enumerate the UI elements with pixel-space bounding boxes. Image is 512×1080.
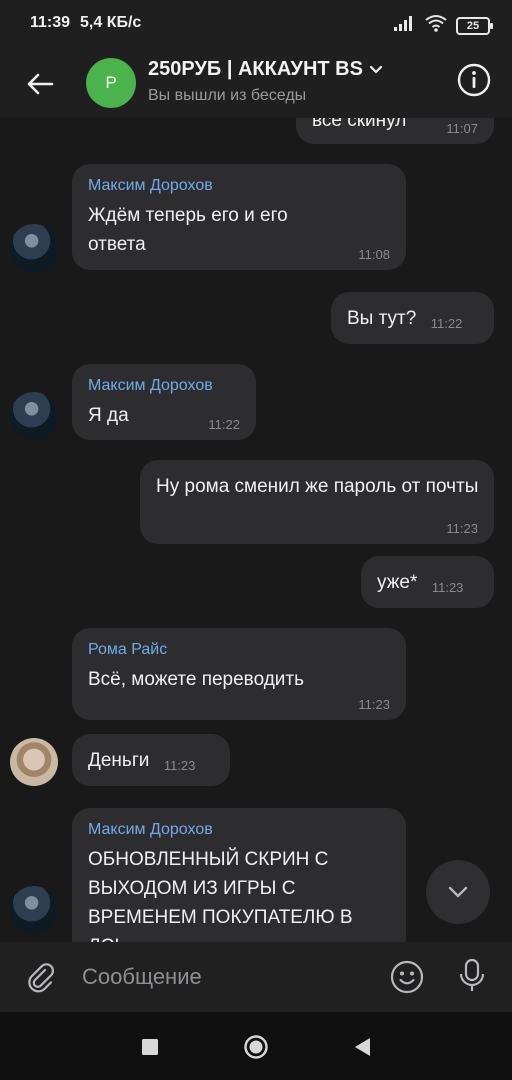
message-time: 11:23 (446, 521, 478, 536)
sender-name[interactable]: Максим Дорохов (88, 820, 390, 840)
emoji-button[interactable] (388, 958, 426, 996)
message-text: Вы тут? (347, 308, 417, 329)
message-text: Всё, можете переводить (88, 669, 305, 690)
chat-avatar[interactable]: Р (86, 58, 136, 108)
recents-button[interactable] (135, 1032, 165, 1062)
sender-name[interactable]: Рома Райс (88, 640, 390, 660)
message-text: Деньги (88, 750, 150, 771)
status-bar: 11:39 5,4 КБ/с 25 (0, 0, 512, 50)
smile-icon (390, 960, 424, 994)
outgoing-message[interactable]: Ну рома сменил же пароль от почты 11:23 (140, 460, 494, 544)
scroll-down-button[interactable] (426, 860, 490, 924)
message-text: Ну рома сменил же пароль от почты (156, 476, 479, 497)
outgoing-message[interactable]: уже* 11:23 (361, 556, 494, 608)
message-composer (0, 942, 512, 1012)
avatar[interactable] (10, 886, 58, 934)
back-nav-button[interactable] (347, 1032, 377, 1062)
back-button[interactable] (20, 64, 60, 104)
chat-header: Р 250РУБ | АККАУНТ BS Вы вышли из беседы (0, 50, 512, 118)
chevron-down-icon[interactable] (369, 65, 383, 75)
message-time: 11:22 (208, 417, 240, 432)
triangle-left-icon (355, 1038, 370, 1056)
arrow-left-icon (27, 73, 54, 95)
message-time: 11:22 (430, 316, 463, 331)
message-time: 11:07 (446, 121, 478, 136)
square-icon (142, 1039, 158, 1055)
message-time: 11:23 (431, 580, 464, 595)
system-navigation-bar (0, 1012, 512, 1080)
status-time: 11:39 (30, 14, 71, 31)
info-icon (457, 63, 491, 97)
avatar[interactable] (10, 392, 58, 440)
wifi-icon (424, 14, 448, 37)
message-list[interactable]: все скинул 11:07 Максим Дорохов Ждём теп… (0, 118, 512, 942)
message-text: ОБНОВЛЕННЫЙ СКРИН С ВЫХОДОМ ИЗ ИГРЫ С ВР… (88, 849, 353, 942)
signal-icon (394, 15, 416, 36)
chevron-down-icon (448, 886, 468, 898)
chat-title-row[interactable]: 250РУБ | АККАУНТ BS (148, 58, 383, 81)
status-icons: 25 (394, 14, 493, 37)
microphone-icon (459, 958, 485, 991)
circle-icon (244, 1035, 268, 1059)
microphone-button[interactable] (452, 956, 492, 996)
message-time: 11:23 (358, 697, 390, 712)
incoming-message[interactable]: Максим Дорохов Я да 11:22 (72, 364, 256, 440)
chat-subtitle: Вы вышли из беседы (148, 87, 307, 104)
outgoing-message[interactable]: все скинул 11:07 (296, 118, 494, 144)
battery-icon: 25 (456, 16, 493, 35)
sender-name[interactable]: Максим Дорохов (88, 176, 390, 196)
attach-button[interactable] (22, 958, 60, 996)
chat-title[interactable]: 250РУБ | АККАУНТ BS (148, 58, 363, 81)
home-button[interactable] (241, 1032, 271, 1062)
avatar[interactable] (10, 738, 58, 786)
message-time: 11:08 (358, 247, 390, 262)
network-speed: 5,4 КБ/с (80, 14, 142, 31)
message-input[interactable] (70, 956, 370, 998)
outgoing-message[interactable]: Вы тут? 11:22 (331, 292, 494, 344)
avatar[interactable] (10, 224, 58, 272)
info-button[interactable] (456, 62, 492, 98)
incoming-message[interactable]: Рома Райс Всё, можете переводить 11:23 (72, 628, 406, 720)
incoming-message[interactable]: Деньги 11:23 (72, 734, 230, 786)
message-text: уже* (377, 572, 418, 593)
message-time: 11:23 (163, 758, 196, 773)
message-text: Ждём теперь его и его ответа (88, 205, 288, 255)
message-text: Я да (88, 405, 129, 426)
sender-name[interactable]: Максим Дорохов (88, 376, 240, 396)
paperclip-icon (28, 963, 54, 993)
incoming-message[interactable]: Максим Дорохов Ждём теперь его и его отв… (72, 164, 406, 270)
incoming-message[interactable]: Максим Дорохов ОБНОВЛЕННЫЙ СКРИН С ВЫХОД… (72, 808, 406, 942)
